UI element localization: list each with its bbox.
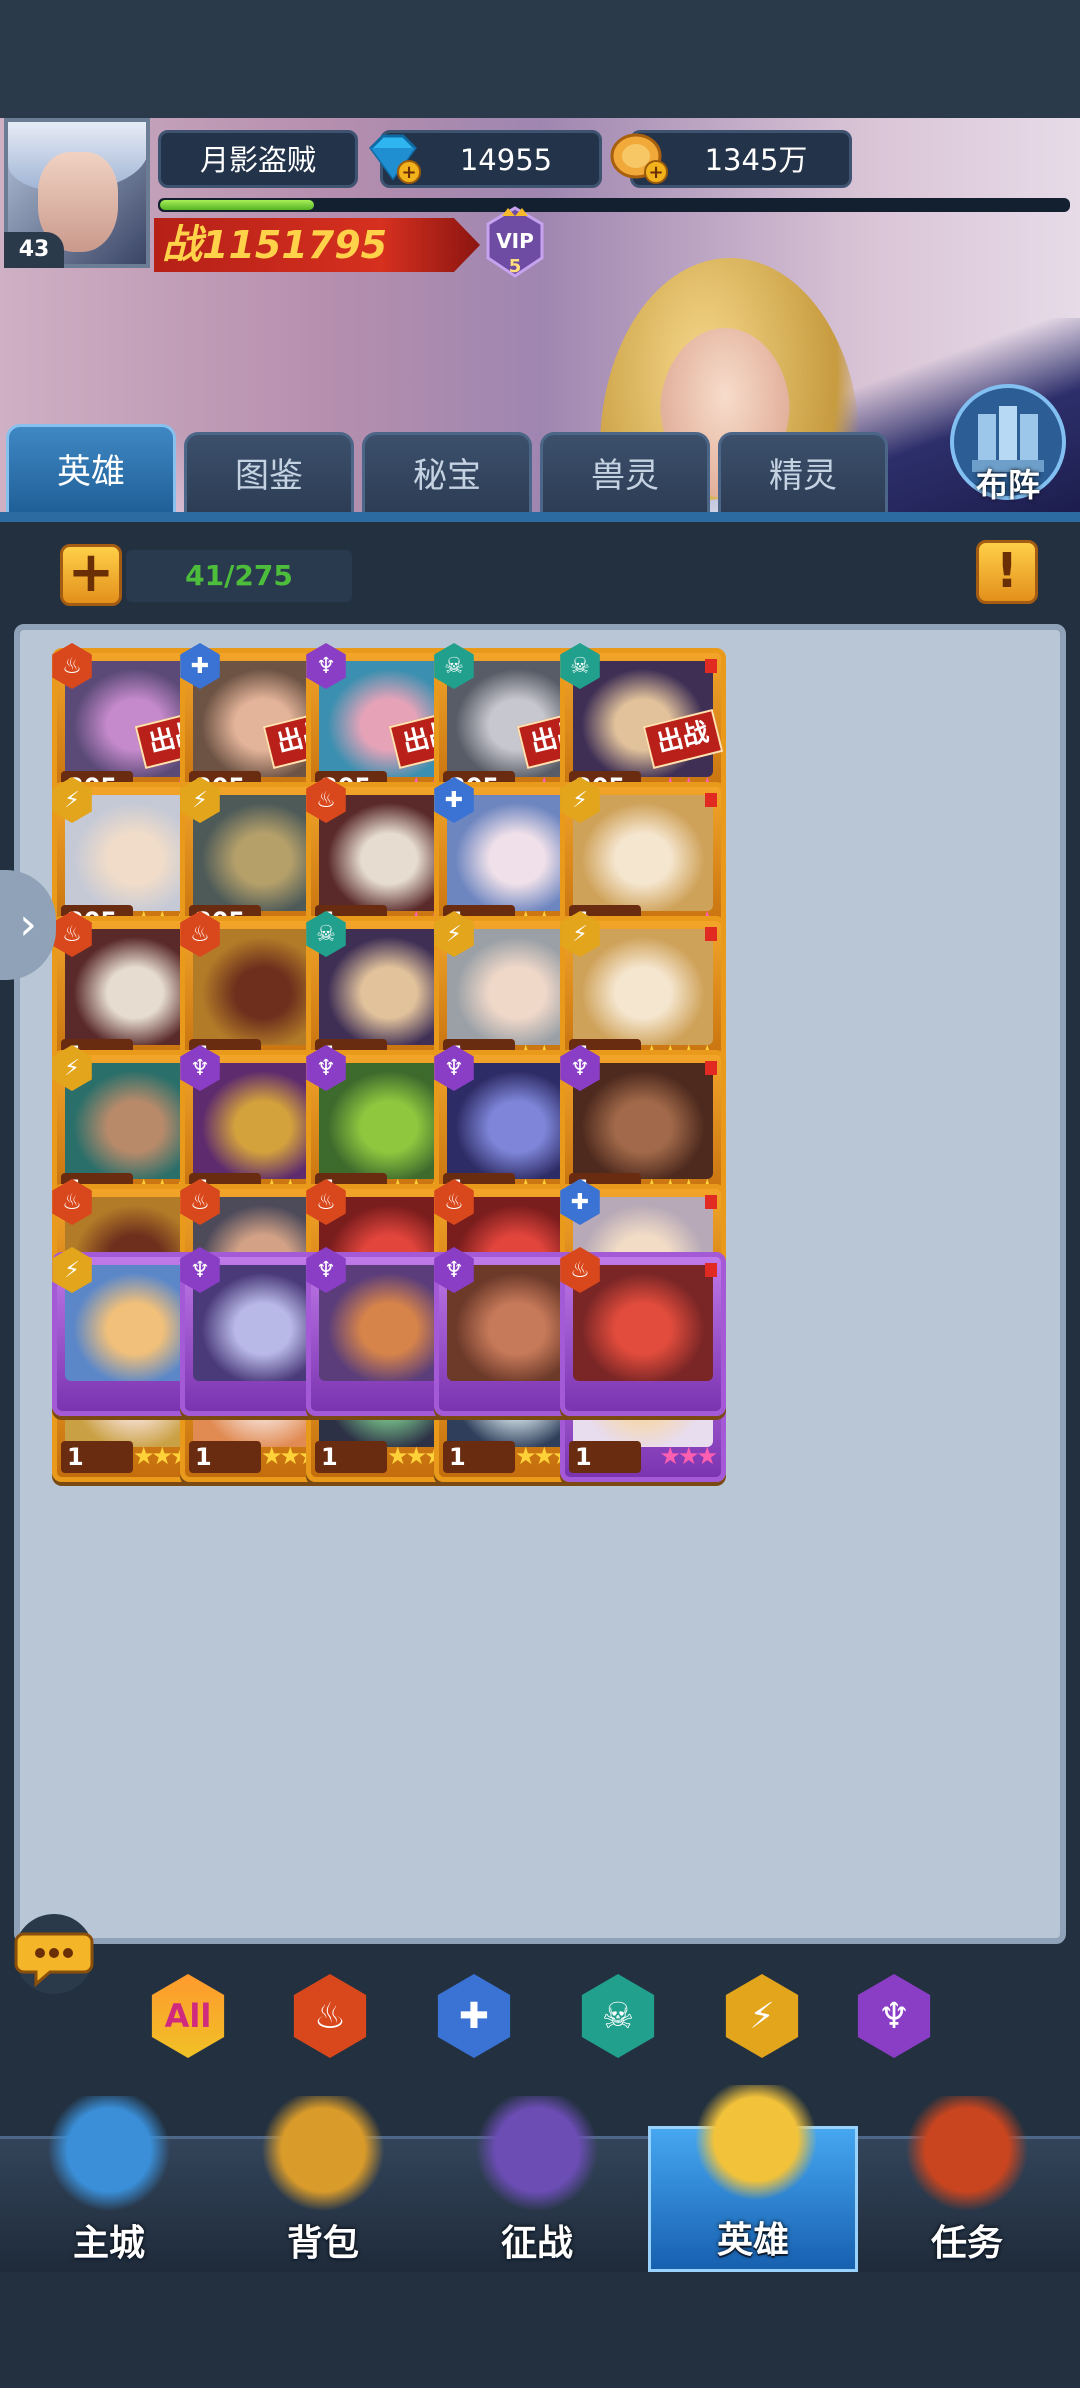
tab-elf[interactable]: 精灵 bbox=[718, 432, 888, 518]
formation-label: 布阵 bbox=[975, 466, 1040, 504]
vip-label: VIP bbox=[496, 229, 534, 253]
nav-quests[interactable]: 任务 bbox=[862, 2086, 1072, 2272]
tab-heroes[interactable]: 英雄 bbox=[6, 424, 176, 518]
filter-glyph: ♨ bbox=[313, 1995, 347, 2037]
player-level: 43 bbox=[4, 232, 64, 268]
player-name: 月影盗贼 bbox=[158, 130, 358, 188]
chest-icon bbox=[258, 2096, 388, 2216]
gem-plus-icon[interactable]: + bbox=[365, 130, 421, 186]
nav-main-city[interactable]: 主城 bbox=[4, 2086, 214, 2272]
nav-bag[interactable]: 背包 bbox=[218, 2086, 428, 2272]
filter-glyph: ☠ bbox=[601, 1995, 635, 2037]
hero-rank-flag bbox=[705, 793, 717, 807]
scroll-icon bbox=[902, 2096, 1032, 2216]
castle-icon bbox=[44, 2096, 174, 2216]
hero-rank-flag bbox=[705, 1195, 717, 1209]
nav-label: 主城 bbox=[72, 2223, 145, 2264]
gold-amount: 1345万 bbox=[704, 143, 808, 177]
hero-rank-flag bbox=[705, 1061, 717, 1075]
nav-campaign[interactable]: 征战 bbox=[432, 2086, 642, 2272]
vip-badge[interactable]: VIP 5 bbox=[480, 206, 550, 282]
tab-beast-spirit[interactable]: 兽灵 bbox=[540, 432, 710, 518]
hero-rank-flag bbox=[705, 927, 717, 941]
combat-power: 战1151795 bbox=[162, 218, 387, 272]
filter-all-label: All bbox=[164, 1997, 212, 2035]
vip-level: 5 bbox=[509, 256, 522, 277]
nav-label: 征战 bbox=[500, 2223, 573, 2264]
hero-level: 1 bbox=[189, 1441, 261, 1473]
light-faction-icon[interactable]: ⚡ bbox=[725, 1974, 799, 2058]
hero-level: 1 bbox=[315, 1441, 387, 1473]
chat-bubble-icon[interactable] bbox=[6, 1912, 102, 1996]
dark-faction-icon[interactable]: ♆ bbox=[857, 1974, 931, 2058]
nature-faction-icon[interactable]: ☠ bbox=[581, 1974, 655, 2058]
power-value: 1151795 bbox=[202, 223, 388, 267]
hero-helmet-icon bbox=[691, 2085, 821, 2205]
hero-rank-flag bbox=[705, 1263, 717, 1277]
hero-grid-panel[interactable]: ♨出战205★★✚出战205★★♆出战205★★★☠出战205★★★☠出战205… bbox=[14, 624, 1066, 1944]
nav-heroes[interactable]: 英雄 bbox=[648, 2085, 858, 2272]
hero-level: 1 bbox=[61, 1441, 133, 1473]
all-filter-icon[interactable]: All bbox=[151, 1974, 225, 2058]
hero-level: 1 bbox=[569, 1441, 641, 1473]
filter-glyph: ⚡ bbox=[749, 1995, 775, 2037]
gold-plus-icon[interactable]: + bbox=[608, 128, 670, 188]
filter-glyph: ✚ bbox=[458, 1995, 490, 2037]
nav-label: 任务 bbox=[930, 2223, 1003, 2264]
svg-text:+: + bbox=[401, 162, 416, 183]
filter-glyph: ♆ bbox=[877, 1995, 911, 2037]
nav-label: 背包 bbox=[286, 2223, 359, 2264]
hero-stars: ★★★ bbox=[659, 1442, 718, 1470]
gem-amount: 14955 bbox=[459, 143, 553, 177]
power-prefix: 战 bbox=[162, 222, 202, 268]
nav-label: 英雄 bbox=[716, 2220, 789, 2261]
tab-codex[interactable]: 图鉴 bbox=[184, 432, 354, 518]
hero-count: 41/275 bbox=[126, 550, 352, 602]
formation-button[interactable]: 布阵 bbox=[944, 384, 1072, 508]
svg-text:+: + bbox=[648, 162, 663, 183]
top-status-strip bbox=[0, 0, 1080, 118]
tab-treasure[interactable]: 秘宝 bbox=[362, 432, 532, 518]
portal-icon bbox=[472, 2096, 602, 2216]
water-faction-icon[interactable]: ✚ bbox=[437, 1974, 511, 2058]
info-button[interactable]: ! bbox=[976, 540, 1038, 604]
exp-bar-fill bbox=[160, 200, 314, 210]
hero-level: 1 bbox=[443, 1441, 515, 1473]
fire-faction-icon[interactable]: ♨ bbox=[293, 1974, 367, 2058]
hero-card[interactable]: ♨ bbox=[560, 1247, 726, 1416]
tab-underline bbox=[0, 512, 1080, 522]
hero-rank-flag bbox=[705, 659, 717, 673]
expand-slots-button[interactable]: + bbox=[60, 544, 122, 606]
bottom-safe-area bbox=[0, 2272, 1080, 2388]
